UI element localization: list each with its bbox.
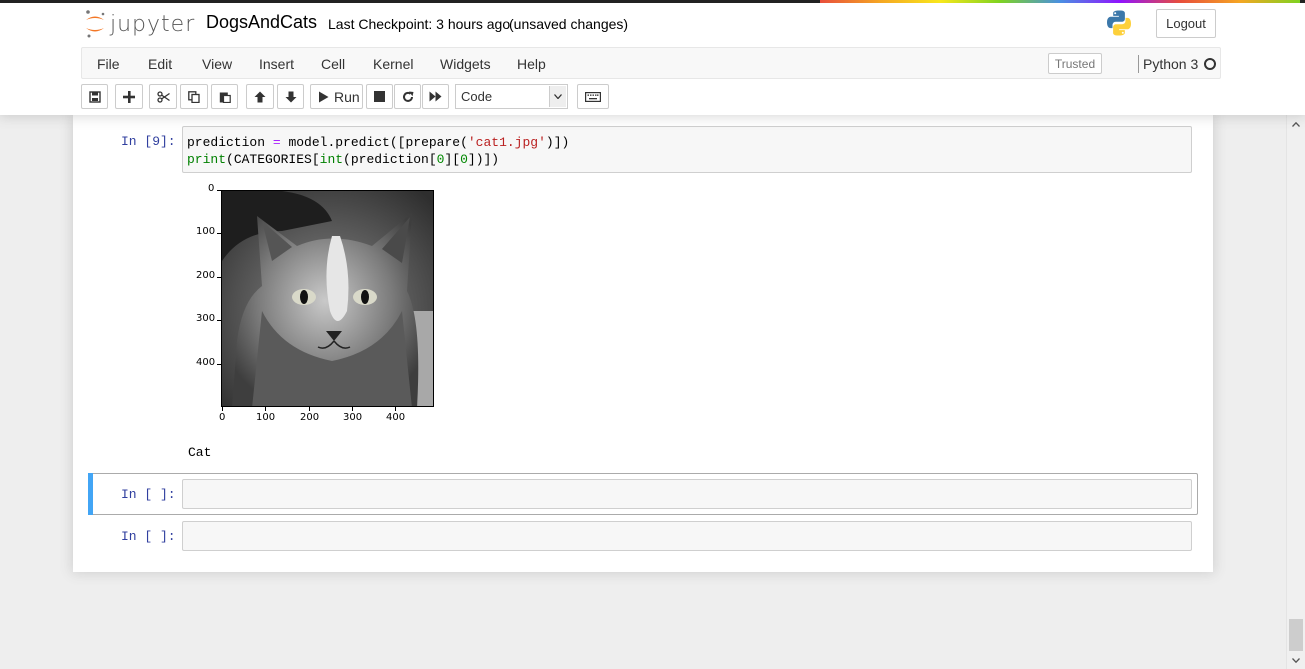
autosave-status: (unsaved changes) [509, 16, 629, 32]
cell-type-select[interactable]: Code [455, 84, 568, 109]
interrupt-button[interactable] [366, 84, 393, 109]
kernel-idle-icon [1204, 58, 1216, 70]
run-label: Run [334, 88, 360, 105]
trusted-indicator[interactable]: Trusted [1048, 53, 1102, 74]
move-down-button[interactable] [277, 84, 304, 109]
arrow-down-icon [285, 91, 296, 102]
cut-icon [156, 90, 170, 103]
play-icon [319, 91, 329, 102]
selection-indicator [88, 473, 93, 515]
y-tick-label: 300 [196, 313, 216, 324]
code-cell-input[interactable]: prediction = model.predict([prepare('cat… [182, 126, 1192, 173]
rainbow-strip [820, 0, 1300, 3]
chevron-down-icon [549, 86, 566, 107]
stop-icon [374, 91, 385, 102]
cut-button[interactable] [149, 84, 177, 109]
x-tick-label: 300 [343, 412, 363, 423]
restart-button[interactable] [394, 84, 421, 109]
jupyter-logo-icon [86, 10, 105, 38]
plus-icon [123, 90, 135, 103]
command-palette-button[interactable] [577, 84, 609, 109]
scroll-down-icon[interactable] [1287, 653, 1305, 667]
menu-widgets[interactable]: Widgets [440, 56, 491, 72]
run-all-button[interactable] [422, 84, 449, 109]
cell-prompt: In [9]: [121, 134, 176, 149]
copy-icon [188, 90, 200, 103]
keyboard-icon [585, 91, 601, 102]
kernel-name: Python 3 [1143, 56, 1199, 72]
menu-file[interactable]: File [97, 56, 120, 72]
cat-image [221, 190, 434, 407]
menu-view[interactable]: View [202, 56, 232, 72]
x-tick-label: 100 [256, 412, 276, 423]
menubar: File Edit View Insert Cell Kernel Widget… [81, 47, 1221, 79]
menu-help[interactable]: Help [517, 56, 546, 72]
menu-insert[interactable]: Insert [259, 56, 294, 72]
insert-cell-button[interactable] [115, 84, 143, 109]
paste-icon [219, 92, 231, 103]
code-cell-input[interactable] [182, 479, 1192, 509]
y-tick-label: 100 [196, 226, 216, 237]
menu-edit[interactable]: Edit [148, 56, 172, 72]
kernel-separator [1138, 55, 1139, 73]
logout-button[interactable]: Logout [1156, 9, 1216, 38]
copy-button[interactable] [180, 84, 208, 109]
cell-prompt: In [ ]: [121, 529, 176, 544]
menu-kernel[interactable]: Kernel [373, 56, 413, 72]
x-tick-label: 0 [219, 412, 226, 423]
y-tick-label: 400 [196, 357, 216, 368]
scrollbar-thumb[interactable] [1289, 619, 1303, 651]
cell-type-value: Code [461, 89, 493, 104]
cell-prompt: In [ ]: [121, 487, 176, 502]
y-tick-label: 0 [208, 183, 215, 194]
x-tick-label: 400 [386, 412, 406, 423]
arrow-up-icon [254, 91, 266, 102]
notebook-name[interactable]: DogsAndCats [206, 12, 317, 33]
vertical-scrollbar[interactable] [1286, 115, 1305, 669]
notebook-container: In [9]: prediction = model.predict([prep… [73, 115, 1213, 572]
logo-text: jupyter [110, 11, 196, 37]
output-plot: 0 100 200 300 400 0 100 200 300 400 [188, 181, 458, 429]
menu-cell[interactable]: Cell [321, 56, 345, 72]
notebook-header: jupyter DogsAndCats Last Checkpoint: 3 h… [0, 0, 1305, 115]
restart-icon [402, 91, 413, 102]
code-cell-input[interactable] [182, 521, 1192, 551]
move-up-button[interactable] [246, 84, 274, 109]
jupyter-logo[interactable]: jupyter [84, 8, 195, 40]
save-icon [88, 90, 101, 103]
save-button[interactable] [81, 84, 108, 109]
scroll-up-icon[interactable] [1287, 117, 1305, 131]
code-line: print(CATEGORIES[int(prediction[0][0])]) [187, 152, 500, 167]
y-tick-label: 200 [196, 270, 216, 281]
x-tick-label: 200 [300, 412, 320, 423]
cell-output-text: Cat [188, 445, 212, 460]
checkpoint-status: Last Checkpoint: 3 hours ago [328, 16, 511, 32]
code-line: prediction = model.predict([prepare('cat… [187, 135, 570, 150]
paste-button[interactable] [211, 84, 238, 109]
python-logo-icon [1107, 10, 1131, 36]
run-button[interactable]: Run [310, 84, 363, 109]
fast-forward-icon [429, 91, 442, 102]
